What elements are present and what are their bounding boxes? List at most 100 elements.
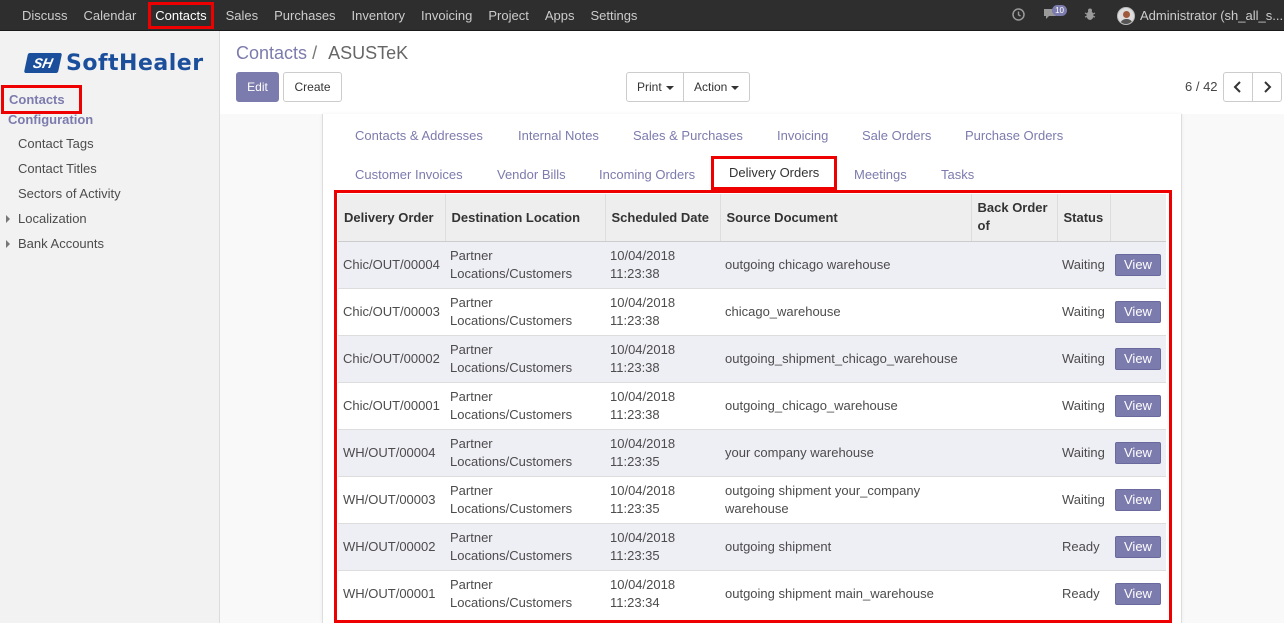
table-row[interactable]: Chic/OUT/00001 Partner Locations/Customer… — [338, 381, 1166, 429]
page-title: ASUSTeK — [328, 43, 409, 63]
view-button[interactable]: View — [1115, 300, 1161, 323]
destination-line-2: Locations/Customers — [450, 265, 573, 281]
edit-button[interactable]: Edit — [236, 72, 279, 102]
destination-line-1: Partner — [450, 247, 493, 263]
cell-actions: View — [1110, 287, 1166, 335]
caret-right-icon[interactable] — [6, 240, 10, 248]
table-row[interactable]: WH/OUT/00001 Partner Locations/Customers … — [338, 569, 1166, 617]
create-button[interactable]: Create — [283, 72, 342, 102]
sidebar-section-configuration[interactable]: Configuration — [8, 112, 93, 127]
menu-settings[interactable]: Settings — [582, 0, 645, 31]
time-line: 11:23:34 — [610, 594, 660, 610]
sidebar-item-contact-tags[interactable]: Contact Tags — [18, 136, 94, 151]
breadcrumb-separator: / — [312, 43, 318, 63]
tab-incoming-orders[interactable]: Incoming Orders — [599, 167, 695, 182]
sidebar-item-localization[interactable]: Localization — [18, 211, 87, 226]
tab-internal-notes[interactable]: Internal Notes — [518, 128, 599, 143]
breadcrumb: Contacts / ASUSTeK — [236, 43, 408, 64]
pager-next-button[interactable] — [1252, 72, 1282, 102]
table-row[interactable]: Chic/OUT/00002 Partner Locations/Customer… — [338, 334, 1166, 382]
menu-invoicing[interactable]: Invoicing — [413, 0, 480, 31]
table-row[interactable]: Chic/OUT/00004 Partner Locations/Customer… — [338, 240, 1166, 288]
view-button[interactable]: View — [1115, 535, 1161, 558]
menu-project[interactable]: Project — [480, 0, 536, 31]
table-row[interactable]: WH/OUT/00003 Partner Locations/Customers … — [338, 475, 1166, 523]
breadcrumb-contacts[interactable]: Contacts — [236, 43, 307, 63]
cell-delivery-order: Chic/OUT/00004 — [338, 240, 445, 288]
menu-inventory[interactable]: Inventory — [344, 0, 413, 31]
table-row[interactable]: Chic/OUT/00003 Partner Locations/Customer… — [338, 287, 1166, 335]
date-line: 10/04/2018 — [610, 341, 676, 357]
cell-back-order — [971, 334, 1057, 382]
tab-sales-purchases[interactable]: Sales & Purchases — [633, 128, 743, 143]
user-avatar[interactable] — [1117, 6, 1135, 25]
pager-previous-button[interactable] — [1223, 72, 1253, 102]
sidebar-item-contact-titles[interactable]: Contact Titles — [18, 161, 97, 176]
date-line: 10/04/2018 — [610, 247, 676, 263]
tab-delivery-orders[interactable]: Delivery Orders — [711, 156, 838, 190]
logo-text: SoftHealer — [66, 50, 204, 76]
view-button[interactable]: View — [1115, 488, 1161, 511]
cell-destination: Partner Locations/Customers — [445, 334, 605, 382]
chat-icon[interactable]: 10 — [1043, 5, 1067, 23]
view-button[interactable]: View — [1115, 347, 1161, 370]
view-button[interactable]: View — [1115, 441, 1161, 464]
menu-discuss[interactable]: Discuss — [14, 0, 76, 31]
column-header-status[interactable]: Status — [1056, 194, 1110, 242]
sidebar-item-sectors-of-activity[interactable]: Sectors of Activity — [18, 186, 121, 201]
tab-vendor-bills[interactable]: Vendor Bills — [497, 167, 566, 182]
app-menu: Discuss Calendar Contacts Sales Purchase… — [14, 0, 645, 31]
time-line: 11:23:35 — [610, 453, 660, 469]
column-header-destination-location[interactable]: Destination Location — [444, 194, 605, 242]
table-row[interactable]: WH/OUT/00002 Partner Locations/Customers … — [338, 522, 1166, 570]
tab-tasks[interactable]: Tasks — [941, 167, 974, 182]
cell-back-order — [971, 381, 1057, 429]
cell-actions: View — [1110, 522, 1166, 570]
column-header-actions — [1109, 194, 1166, 242]
destination-line-1: Partner — [450, 435, 493, 451]
column-header-source-document[interactable]: Source Document — [719, 194, 971, 242]
cell-delivery-order: Chic/OUT/00001 — [338, 381, 445, 429]
menu-contacts[interactable]: Contacts — [148, 2, 214, 29]
menu-sales[interactable]: Sales — [218, 0, 267, 31]
table-row[interactable]: WH/OUT/00004 Partner Locations/Customers … — [338, 428, 1166, 476]
action-label: Action — [694, 80, 728, 94]
tab-customer-invoices[interactable]: Customer Invoices — [355, 167, 463, 182]
bug-icon[interactable] — [1084, 8, 1096, 24]
caret-right-icon[interactable] — [6, 215, 10, 223]
message-count-badge: 10 — [1052, 5, 1067, 16]
view-button[interactable]: View — [1115, 394, 1161, 417]
cell-source-document: your company warehouse — [720, 428, 971, 476]
date-line: 10/04/2018 — [610, 388, 676, 404]
clock-icon[interactable] — [1012, 7, 1025, 24]
cell-delivery-order: WH/OUT/00004 — [338, 428, 445, 476]
column-header-scheduled-date[interactable]: Scheduled Date — [604, 194, 720, 242]
time-line: 11:23:38 — [610, 312, 660, 328]
tab-purchase-orders[interactable]: Purchase Orders — [965, 128, 1063, 143]
view-button[interactable]: View — [1115, 253, 1161, 276]
caret-down-icon — [731, 85, 740, 90]
column-header-back-order-of[interactable]: Back Order of — [970, 194, 1057, 242]
menu-calendar[interactable]: Calendar — [76, 0, 145, 31]
tab-sale-orders[interactable]: Sale Orders — [862, 128, 931, 143]
menu-purchases[interactable]: Purchases — [266, 0, 343, 31]
time-line: 11:23:38 — [610, 406, 660, 422]
menu-apps[interactable]: Apps — [537, 0, 583, 31]
action-dropdown[interactable]: Action — [683, 72, 750, 102]
sidebar-item-contacts[interactable]: Contacts — [1, 85, 82, 114]
tab-meetings[interactable]: Meetings — [854, 167, 907, 182]
cell-destination: Partner Locations/Customers — [445, 569, 605, 617]
pager-value[interactable]: 6 / 42 — [1185, 79, 1218, 94]
cell-actions: View — [1110, 381, 1166, 429]
cell-status: Ready — [1057, 522, 1110, 570]
tab-invoicing[interactable]: Invoicing — [777, 128, 828, 143]
destination-line-2: Locations/Customers — [450, 453, 573, 469]
cell-actions: View — [1110, 569, 1166, 617]
column-header-delivery-order[interactable]: Delivery Order — [338, 194, 445, 242]
user-menu[interactable]: Administrator (sh_all_s... — [1140, 8, 1284, 23]
view-button[interactable]: View — [1115, 582, 1161, 605]
print-dropdown[interactable]: Print — [626, 72, 684, 102]
chevron-right-icon — [1264, 81, 1272, 94]
tab-contacts-addresses[interactable]: Contacts & Addresses — [355, 128, 483, 143]
sidebar-item-bank-accounts[interactable]: Bank Accounts — [18, 236, 104, 251]
